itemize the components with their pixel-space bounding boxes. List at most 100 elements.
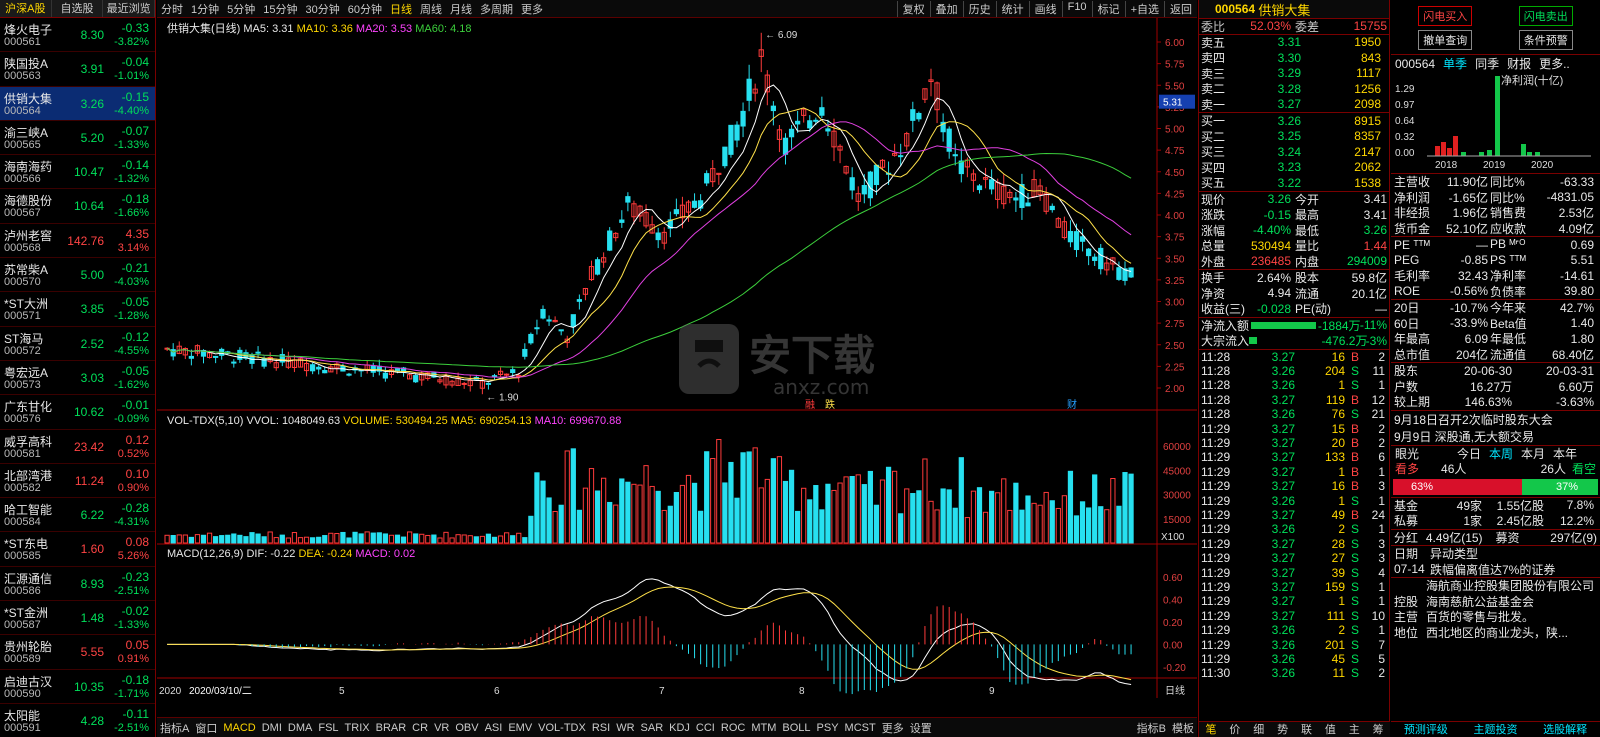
stock-row[interactable]: 苏常柴A 000570 5.00 -0.21 -4.03% xyxy=(0,258,155,293)
tool-tab[interactable]: +自选 xyxy=(1124,0,1164,17)
period-tab[interactable]: 更多 xyxy=(517,1,547,17)
indicator-tab[interactable]: MCST xyxy=(842,722,879,734)
period-tab[interactable]: 月线 xyxy=(446,1,476,17)
f10-tab[interactable]: 财报 xyxy=(1499,55,1531,72)
stock-row[interactable]: 粤宏远A 000573 3.03 -0.05 -1.62% xyxy=(0,361,155,396)
tab-shenzhen-a[interactable]: 沪深A股 xyxy=(0,0,52,17)
indicator-tab[interactable]: KDJ xyxy=(666,722,693,734)
stock-row[interactable]: *ST大洲 000571 3.85 -0.05 -1.28% xyxy=(0,292,155,327)
tool-tab[interactable]: 返回 xyxy=(1164,0,1197,17)
period-tab[interactable]: 分时 xyxy=(157,1,187,17)
quote-bottom-tab[interactable]: 笔 xyxy=(1199,722,1223,737)
tool-tab[interactable]: 画线 xyxy=(1028,0,1062,17)
tool-tab[interactable]: 历史 xyxy=(962,0,996,17)
eye-tab[interactable]: 本月 xyxy=(1521,445,1545,462)
tool-tab[interactable]: 统计 xyxy=(995,0,1029,17)
indicator-tab[interactable]: FSL xyxy=(315,722,341,734)
indicator-tab[interactable]: 设置 xyxy=(907,720,935,736)
flash-sell-button[interactable]: 闪电卖出 xyxy=(1518,6,1573,26)
indicator-tab[interactable]: 指标A xyxy=(157,720,192,736)
period-tab[interactable]: 1分钟 xyxy=(187,1,223,17)
f10-tab[interactable]: 同季 xyxy=(1467,55,1499,72)
stock-row[interactable]: 启迪古汉 000590 10.35 -0.18 -1.71% xyxy=(0,670,155,704)
tab-recent[interactable]: 最近浏览 xyxy=(103,0,156,17)
indicator-tab[interactable]: 更多 xyxy=(879,720,907,736)
stock-row[interactable]: 贵州轮胎 000589 5.55 0.05 0.91% xyxy=(0,635,155,670)
indicator-tab[interactable]: DMA xyxy=(285,722,315,734)
indicator-tab[interactable]: CR xyxy=(409,722,431,734)
indicator-tab[interactable]: TRIX xyxy=(342,722,373,734)
indicator-tab[interactable]: MTM xyxy=(748,722,779,734)
stock-row[interactable]: 陕国投A 000563 3.91 -0.04 -1.01% xyxy=(0,52,155,87)
indicator-tab[interactable]: RSI xyxy=(589,722,613,734)
indicator-tab[interactable]: MACD xyxy=(220,722,258,734)
stock-row[interactable]: 渝三峡A 000565 5.20 -0.07 -1.33% xyxy=(0,121,155,156)
period-tab[interactable]: 多周期 xyxy=(476,1,517,17)
stock-row[interactable]: 海南海药 000566 10.47 -0.14 -1.32% xyxy=(0,155,155,190)
quote-bottom-tab[interactable]: 主 xyxy=(1342,722,1366,737)
f10-tab[interactable]: 更多.. xyxy=(1531,55,1570,72)
tool-tab[interactable]: 叠加 xyxy=(929,0,963,17)
indicator-tab[interactable]: OBV xyxy=(452,722,481,734)
stock-row[interactable]: ST海马 000572 2.52 -0.12 -4.55% xyxy=(0,327,155,361)
quote-bottom-tab[interactable]: 细 xyxy=(1247,722,1271,737)
stock-row[interactable]: 广东甘化 000576 10.62 -0.01 -0.09% xyxy=(0,395,155,430)
eye-tab[interactable]: 本周 xyxy=(1489,445,1513,462)
price-tick-label: 2.50 xyxy=(1165,341,1185,352)
funds-row: 基金 49家 1.55亿股 7.8% xyxy=(1391,498,1600,514)
stock-row[interactable]: 海德股份 000567 10.64 -0.18 -1.66% xyxy=(0,189,155,224)
tab-watchlist[interactable]: 自选股 xyxy=(52,0,104,17)
indicator-tab[interactable]: BRAR xyxy=(373,722,410,734)
event-row[interactable]: 07-14 跌幅偏离值达7%的证券 xyxy=(1391,562,1600,578)
indicator-tab[interactable]: PSY xyxy=(814,722,842,734)
f10-footer-tab[interactable]: 预测评级 xyxy=(1404,722,1448,737)
indicator-tab[interactable]: DMI xyxy=(259,722,285,734)
period-tab[interactable]: 15分钟 xyxy=(259,1,301,17)
eye-tab[interactable]: 本年 xyxy=(1553,445,1577,462)
stock-row[interactable]: 烽火电子 000561 8.30 -0.33 -3.82% xyxy=(0,18,155,53)
flash-buy-button[interactable]: 闪电买入 xyxy=(1418,6,1473,26)
indicator-tab[interactable]: BOLL xyxy=(779,722,813,734)
indicator-tab[interactable]: CCI xyxy=(693,722,718,734)
tool-tab[interactable]: 标记 xyxy=(1091,0,1125,17)
stock-row[interactable]: 汇源通信 000586 8.93 -0.23 -2.51% xyxy=(0,567,155,602)
quote-bottom-tab[interactable]: 价 xyxy=(1223,722,1247,737)
period-tab[interactable]: 60分钟 xyxy=(344,1,386,17)
f10-tab[interactable]: 单季 xyxy=(1435,55,1467,72)
quote-bottom-tab[interactable]: 联 xyxy=(1295,722,1319,737)
period-tab[interactable]: 30分钟 xyxy=(302,1,344,17)
condition-alert-button[interactable]: 条件预警 xyxy=(1518,30,1573,50)
indicator-tab[interactable]: 窗口 xyxy=(192,720,220,736)
order-query-button[interactable]: 撤单查询 xyxy=(1418,30,1473,50)
tool-tab[interactable]: F10 xyxy=(1061,0,1092,17)
news-item[interactable]: 9月9日 深股通,无大额交易 xyxy=(1391,428,1600,445)
quote-bottom-tab[interactable]: 值 xyxy=(1318,722,1342,737)
indicator-tab[interactable]: VOL-TDX xyxy=(535,722,589,734)
indicator-tab[interactable]: ASI xyxy=(482,722,506,734)
stock-row[interactable]: 太阳能 000591 4.28 -0.11 -2.51% xyxy=(0,704,155,737)
f10-footer-tab[interactable]: 选股解释 xyxy=(1543,722,1587,737)
period-tab[interactable]: 周线 xyxy=(416,1,446,17)
stock-row[interactable]: 北部湾港 000582 11.24 0.10 0.90% xyxy=(0,464,155,499)
quote-bottom-tab[interactable]: 筹 xyxy=(1366,722,1390,737)
tool-tab[interactable]: 复权 xyxy=(896,0,930,17)
f10-footer-tab[interactable]: 主题投资 xyxy=(1473,722,1517,737)
period-tab[interactable]: 5分钟 xyxy=(223,1,259,17)
indicator-tab[interactable]: SAR xyxy=(638,722,667,734)
indicator-b-tab[interactable]: 指标B xyxy=(1134,720,1169,736)
stock-row[interactable]: *ST东电 000585 1.60 0.08 5.26% xyxy=(0,532,155,567)
indicator-tab[interactable]: EMV xyxy=(505,722,535,734)
indicator-tab[interactable]: ROC xyxy=(718,722,748,734)
stock-row[interactable]: *ST金洲 000587 1.48 -0.02 -1.33% xyxy=(0,601,155,636)
eye-tab[interactable]: 今日 xyxy=(1457,445,1481,462)
period-tab[interactable]: 日线 xyxy=(386,1,416,17)
stock-row[interactable]: 哈工智能 000584 6.22 -0.28 -4.31% xyxy=(0,498,155,533)
indicator-tab[interactable]: VR xyxy=(431,722,452,734)
indicator-b-tab[interactable]: 模板 xyxy=(1169,720,1197,736)
stock-row[interactable]: 威孚高科 000581 23.42 0.12 0.52% xyxy=(0,430,155,464)
news-item[interactable]: 9月18日召开2次临时股东大会 xyxy=(1391,411,1600,428)
quote-bottom-tab[interactable]: 势 xyxy=(1271,722,1295,737)
stock-row[interactable]: 供销大集 000564 3.26 -0.15 -4.40% xyxy=(0,86,155,121)
indicator-tab[interactable]: WR xyxy=(613,722,637,734)
stock-row[interactable]: 泸州老窖 000568 142.76 4.35 3.14% xyxy=(0,224,155,259)
